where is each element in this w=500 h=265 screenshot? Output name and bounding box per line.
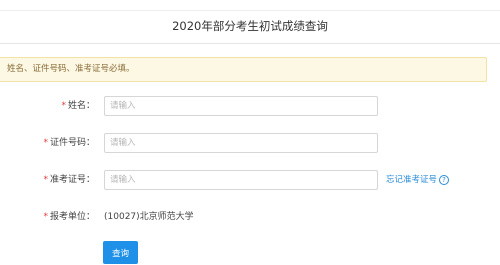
id-number-label: * 证件号码： [43, 133, 95, 153]
required-fields-notice: 姓名、证件号码、准考证号必填。 [0, 57, 487, 82]
name-row: * 姓名： [0, 96, 500, 116]
name-label: * 姓名： [61, 96, 95, 116]
required-star: * [43, 212, 48, 222]
page-title: 2020年部分考生初试成绩查询 [172, 19, 328, 33]
forgot-exam-number-link[interactable]: 忘记准考证号? [386, 170, 450, 190]
unit-row: * 报考单位： (10027)北京师范大学 [0, 207, 500, 227]
unit-value: (10027)北京师范大学 [104, 212, 194, 222]
unit-label: * 报考单位： [43, 207, 95, 227]
query-button[interactable]: 查询 [103, 241, 138, 264]
name-label-text: 姓名： [67, 101, 95, 111]
id-number-row: * 证件号码： [0, 133, 500, 153]
top-divider [0, 10, 500, 11]
exam-number-row: *准考证号： 忘记准考证号? [0, 170, 500, 190]
forgot-exam-number-text: 忘记准考证号 [386, 175, 438, 185]
exam-number-label: * 准考证号： [43, 170, 95, 190]
name-input[interactable] [104, 96, 378, 116]
exam-number-input[interactable] [104, 170, 378, 190]
id-number-input[interactable] [104, 133, 378, 153]
title-divider [0, 43, 500, 44]
help-icon[interactable]: ? [439, 175, 450, 185]
unit-label-text: 报考单位： [49, 212, 95, 222]
required-star: * [43, 175, 48, 185]
required-star: * [61, 101, 66, 111]
required-star: * [43, 138, 48, 148]
exam-number-label-text: 准考证号： [49, 175, 95, 185]
id-number-label-text: 证件号码： [49, 138, 95, 148]
